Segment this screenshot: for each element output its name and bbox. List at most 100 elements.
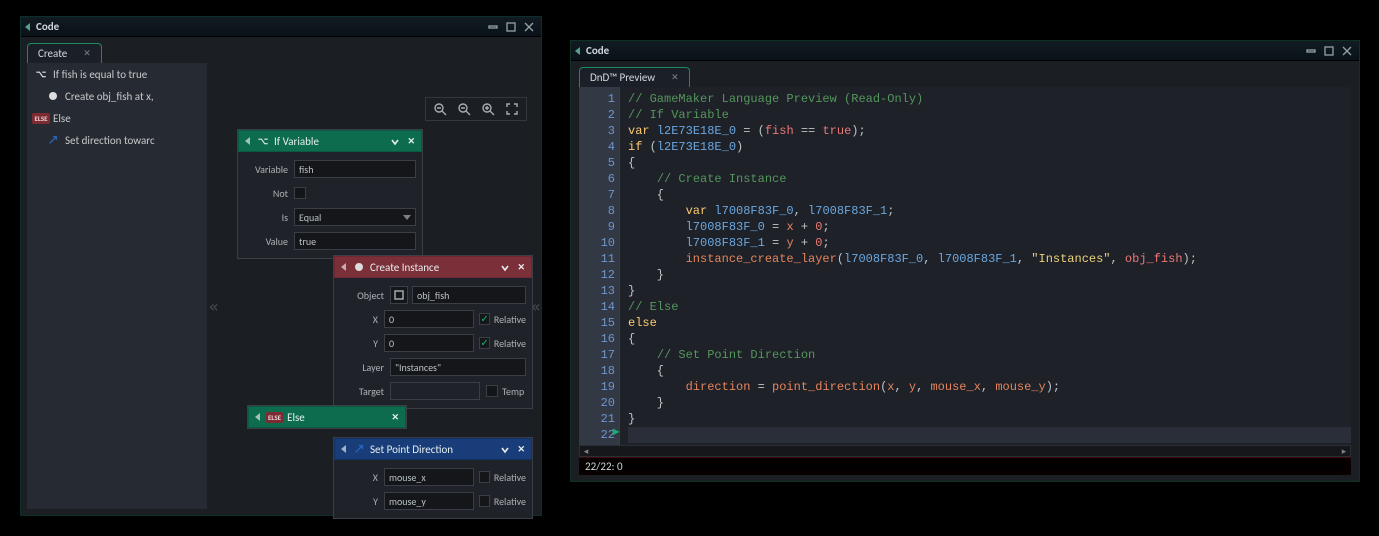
label-layer: Layer (340, 361, 390, 374)
y-input[interactable]: mouse_y (384, 492, 474, 510)
outline-item-set-direction[interactable]: Set direction towarc (27, 129, 207, 151)
block-menu-icon[interactable] (501, 444, 511, 454)
x-input[interactable]: 0 (384, 310, 474, 328)
x-input[interactable]: mouse_x (384, 468, 474, 486)
create-instance-block[interactable]: Create Instance ✕ Object obj_fish X 0 Re… (333, 255, 533, 409)
zoom-out-button[interactable] (453, 100, 475, 118)
layer-input[interactable]: "Instances" (390, 358, 526, 376)
dropdown-icon[interactable] (485, 20, 501, 34)
outline-item-else[interactable]: ELSE Else (27, 107, 207, 129)
collapse-icon[interactable] (245, 137, 250, 145)
block-close-icon[interactable]: ✕ (517, 262, 525, 273)
collapse-icon[interactable] (341, 445, 346, 453)
is-select[interactable]: Equal (294, 208, 416, 226)
label-y: Y (340, 495, 384, 508)
label-relative: Relative (494, 313, 526, 326)
zoom-toolbar (425, 97, 527, 121)
object-input[interactable]: obj_fish (412, 286, 526, 304)
action-outline: ⌥ If fish is equal to true Create obj_fi… (27, 63, 207, 509)
label-relative: Relative (494, 495, 526, 508)
cursor-position: 22/22: 0 (585, 460, 623, 473)
block-close-icon[interactable]: ✕ (517, 444, 525, 455)
horizontal-scrollbar[interactable]: ◂ ▸ (579, 445, 1351, 457)
close-icon[interactable] (1339, 44, 1355, 58)
outline-item-create-instance[interactable]: Create obj_fish at x, (27, 85, 207, 107)
outline-label: Set direction towarc (65, 134, 155, 147)
set-point-direction-block[interactable]: Set Point Direction ✕ X mouse_x Relative… (333, 437, 533, 519)
collapse-icon (25, 23, 30, 31)
label-temp: Temp (502, 385, 524, 398)
y-relative-checkbox[interactable] (479, 337, 490, 349)
dock-left-icon[interactable]: « (209, 297, 219, 316)
scroll-right-icon[interactable]: ▸ (1338, 446, 1350, 456)
line-number-gutter: 12345678910111213141516171819202122 (579, 87, 619, 455)
code-preview-window: Code DnD™ Preview 1234567891011121314151… (570, 40, 1360, 482)
label-target: Target (340, 385, 390, 398)
branch-icon: ⌥ (256, 134, 270, 148)
close-icon[interactable] (521, 20, 537, 34)
branch-icon: ⌥ (36, 69, 46, 80)
titlebar[interactable]: Code (571, 41, 1359, 61)
label-value: Value (244, 235, 294, 248)
label-relative: Relative (494, 337, 526, 350)
label-is: Is (244, 211, 294, 224)
block-close-icon[interactable]: ✕ (391, 412, 399, 423)
tab-label: Create (38, 47, 67, 60)
label-variable: Variable (244, 163, 294, 176)
x-relative-checkbox[interactable] (479, 313, 490, 325)
temp-checkbox[interactable] (486, 385, 498, 397)
status-bar: 22/22: 0 (579, 457, 1351, 475)
label-object: Object (340, 289, 390, 302)
collapse-icon[interactable] (255, 413, 260, 421)
object-picker-button[interactable] (390, 286, 408, 304)
else-block[interactable]: ELSE Else ✕ (247, 405, 407, 429)
caret-icon: ▸ (613, 424, 619, 439)
tab-dnd-preview[interactable]: DnD™ Preview (579, 67, 690, 87)
titlebar[interactable]: Code (21, 17, 541, 37)
zoom-reset-button[interactable] (429, 100, 451, 118)
else-icon: ELSE (32, 113, 49, 124)
window-title: Code (586, 44, 1301, 57)
dropdown-icon[interactable] (1303, 44, 1319, 58)
scroll-left-icon[interactable]: ◂ (580, 446, 592, 456)
direction-icon (352, 442, 366, 456)
maximize-icon[interactable] (503, 20, 519, 34)
block-menu-icon[interactable] (501, 262, 511, 272)
y-relative-checkbox[interactable] (479, 495, 490, 507)
bulb-icon (352, 260, 366, 274)
y-input[interactable]: 0 (384, 334, 474, 352)
collapse-icon (575, 47, 580, 55)
maximize-icon[interactable] (1321, 44, 1337, 58)
collapse-icon[interactable] (341, 263, 346, 271)
direction-icon (45, 132, 61, 148)
label-y: Y (340, 337, 384, 350)
x-relative-checkbox[interactable] (479, 471, 490, 483)
label-x: X (340, 313, 384, 326)
outline-label: If fish is equal to true (53, 68, 147, 81)
dnd-editor-window: Code Create ⌥ If fish is equal to true C… (20, 16, 542, 516)
bulb-icon (49, 92, 57, 100)
not-checkbox[interactable] (294, 187, 306, 199)
target-input[interactable] (390, 382, 480, 400)
code-editor[interactable]: 12345678910111213141516171819202122 // G… (579, 87, 1351, 455)
label-relative: Relative (494, 471, 526, 484)
outline-label: Create obj_fish at x, (65, 90, 154, 103)
tab-label: DnD™ Preview (590, 71, 655, 84)
label-x: X (340, 471, 384, 484)
block-title: If Variable (274, 135, 391, 148)
else-icon: ELSE (266, 412, 283, 423)
value-input[interactable]: true (294, 232, 416, 250)
block-menu-icon[interactable] (391, 136, 401, 146)
outline-item-if[interactable]: ⌥ If fish is equal to true (27, 63, 207, 85)
outline-label: Else (53, 112, 71, 125)
event-tab-create[interactable]: Create (27, 43, 102, 63)
block-title: Create Instance (370, 261, 501, 274)
code-text: // GameMaker Language Preview (Read-Only… (619, 87, 1351, 455)
if-variable-block[interactable]: ⌥ If Variable ✕ Variable fish Not Is Equ… (237, 129, 423, 259)
label-not: Not (244, 187, 294, 200)
block-close-icon[interactable]: ✕ (407, 136, 415, 147)
zoom-in-button[interactable] (477, 100, 499, 118)
variable-input[interactable]: fish (294, 160, 416, 178)
block-title: Set Point Direction (370, 443, 501, 456)
fullscreen-button[interactable] (501, 100, 523, 118)
